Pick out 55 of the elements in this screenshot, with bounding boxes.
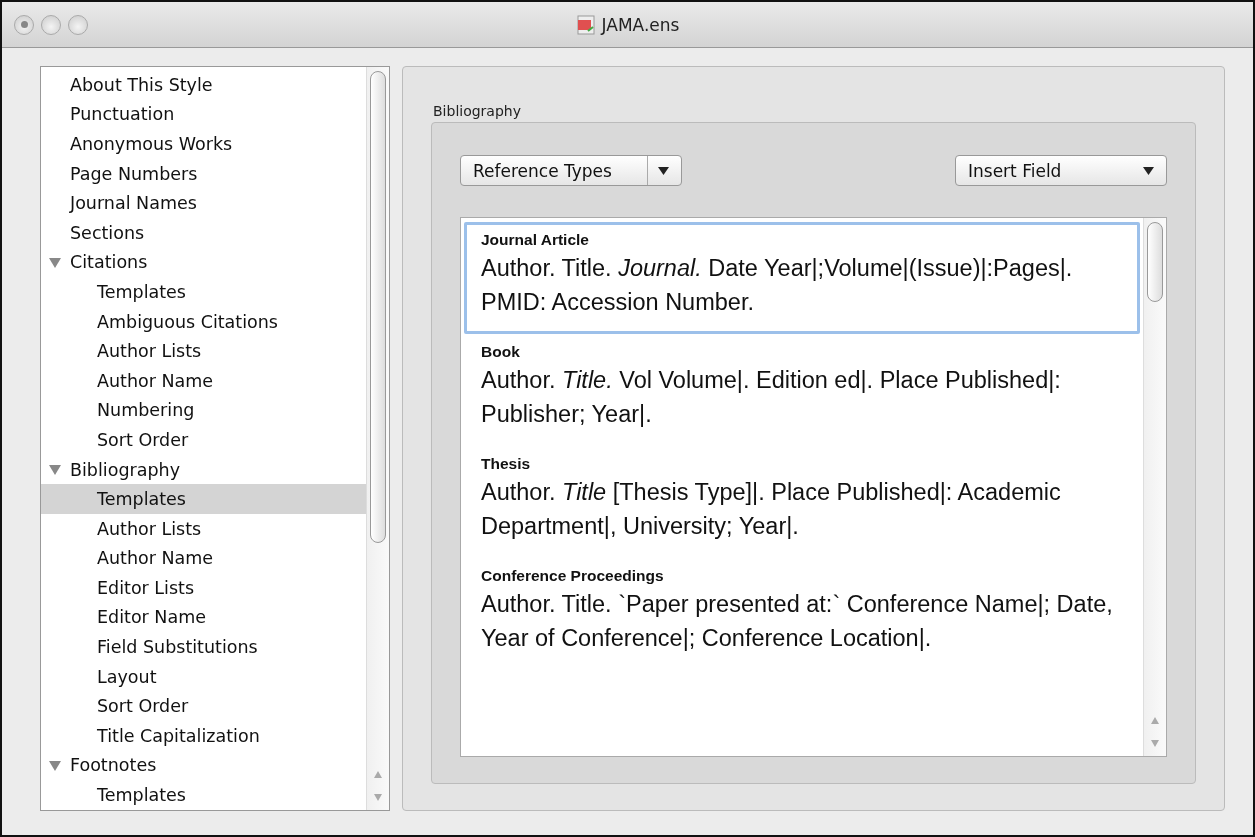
reference-type: Journal Article bbox=[481, 231, 590, 249]
sidebar-item[interactable]: Templates bbox=[41, 484, 366, 514]
template-editor[interactable] bbox=[460, 217, 1167, 757]
minimize-button[interactable] bbox=[41, 14, 61, 35]
sidebar-item[interactable]: Author Name bbox=[41, 365, 366, 396]
scroll-thumb[interactable] bbox=[370, 71, 386, 543]
template-text: Author. Title. `Paper presented at:` Conference Name|; Date, Year of Conference|; Conference Location|. bbox=[481, 590, 1114, 653]
disclosure-triangle-icon[interactable] bbox=[49, 257, 61, 268]
sidebar-item[interactable]: Field Substitutions bbox=[41, 632, 366, 662]
template-entry[interactable]: Book Author. Title. Vol Volume|. Edition ed|. Place Published|: Publisher; Year|. bbox=[464, 334, 1140, 446]
sidebar-item[interactable]: Page Numbers bbox=[41, 158, 366, 189]
reference-type: Conference Proceedings bbox=[481, 567, 665, 585]
sidebar-item[interactable]: Footnotes bbox=[41, 750, 366, 781]
popup-button[interactable]: Reference Types bbox=[460, 155, 682, 186]
sidebar-item[interactable]: Anonymous Works bbox=[41, 129, 366, 159]
disclosure-triangle-icon[interactable] bbox=[49, 760, 61, 771]
reference-type: Thesis bbox=[481, 455, 532, 473]
template-text: Author. Title. Vol Volume|. Edition ed|. Place Published|: Publisher; Year|. bbox=[481, 366, 1062, 429]
sidebar-item[interactable]: Author Lists bbox=[41, 336, 366, 366]
sidebar-item[interactable]: Title Capitalization bbox=[41, 721, 366, 751]
caret-icon bbox=[658, 166, 669, 175]
template-text: Author. Title [Thesis Type]|. Place Published|: Academic Department|, University; Year|. bbox=[481, 478, 1062, 541]
template-entry[interactable]: Journal Article Author. Title. Journal. Date Year|;Volume|(Issue)|:Pages|. PMID: Accession Number. bbox=[464, 222, 1140, 334]
sidebar-item[interactable]: Sections bbox=[41, 217, 366, 248]
sidebar-item[interactable]: About This Style bbox=[41, 70, 366, 100]
sidebar-item[interactable]: Journal Names bbox=[41, 188, 366, 218]
sidebar-item[interactable]: Bibliography bbox=[41, 454, 366, 485]
reference-type: Book bbox=[481, 343, 521, 361]
scroll-thumb[interactable] bbox=[1147, 222, 1163, 302]
sidebar-item[interactable]: Numbering bbox=[41, 395, 366, 426]
sidebar-item[interactable]: Punctuation bbox=[41, 99, 366, 130]
group-title: Bibliography bbox=[433, 103, 522, 119]
zoom-button[interactable] bbox=[68, 14, 88, 35]
disclosure-triangle-icon[interactable] bbox=[49, 464, 61, 475]
sidebar-item[interactable]: Sort Order bbox=[41, 425, 366, 455]
document-icon bbox=[575, 14, 596, 35]
caret-icon bbox=[1143, 166, 1154, 175]
scrollbar[interactable] bbox=[366, 67, 389, 810]
sidebar-item[interactable]: Ambiguous Citations bbox=[41, 306, 366, 337]
sidebar-item[interactable]: Templates bbox=[41, 780, 366, 810]
sidebar-item[interactable]: Layout bbox=[41, 661, 366, 692]
sidebar-item[interactable]: Sort Order bbox=[41, 691, 366, 722]
scrollbar[interactable] bbox=[1143, 218, 1166, 756]
close-button[interactable] bbox=[14, 14, 34, 35]
template-entry[interactable]: Conference Proceedings Author. Title. `Paper presented at:` Conference Name|; Date, Year of Conference|; Conference Location|. bbox=[464, 558, 1140, 670]
template-text: Author. Title. Journal. Date Year|;Volume|(Issue)|:Pages|. PMID: Accession Number. bbox=[481, 254, 1074, 317]
sidebar-item[interactable]: Editor Name bbox=[41, 602, 366, 633]
sidebar-item[interactable]: Citations bbox=[41, 247, 366, 278]
popup-button[interactable]: Insert Field bbox=[955, 155, 1167, 186]
sidebar-item[interactable]: Editor Lists bbox=[41, 573, 366, 603]
window-title: JAMA.ens bbox=[601, 14, 680, 35]
sidebar-item[interactable]: Author Lists bbox=[41, 513, 366, 544]
template-entry[interactable]: Thesis Author. Title [Thesis Type]|. Place Published|: Academic Department|, University; Year|. bbox=[464, 446, 1140, 558]
sidebar-item[interactable]: Author Name bbox=[41, 543, 366, 574]
sidebar-item[interactable]: Templates bbox=[41, 277, 366, 307]
